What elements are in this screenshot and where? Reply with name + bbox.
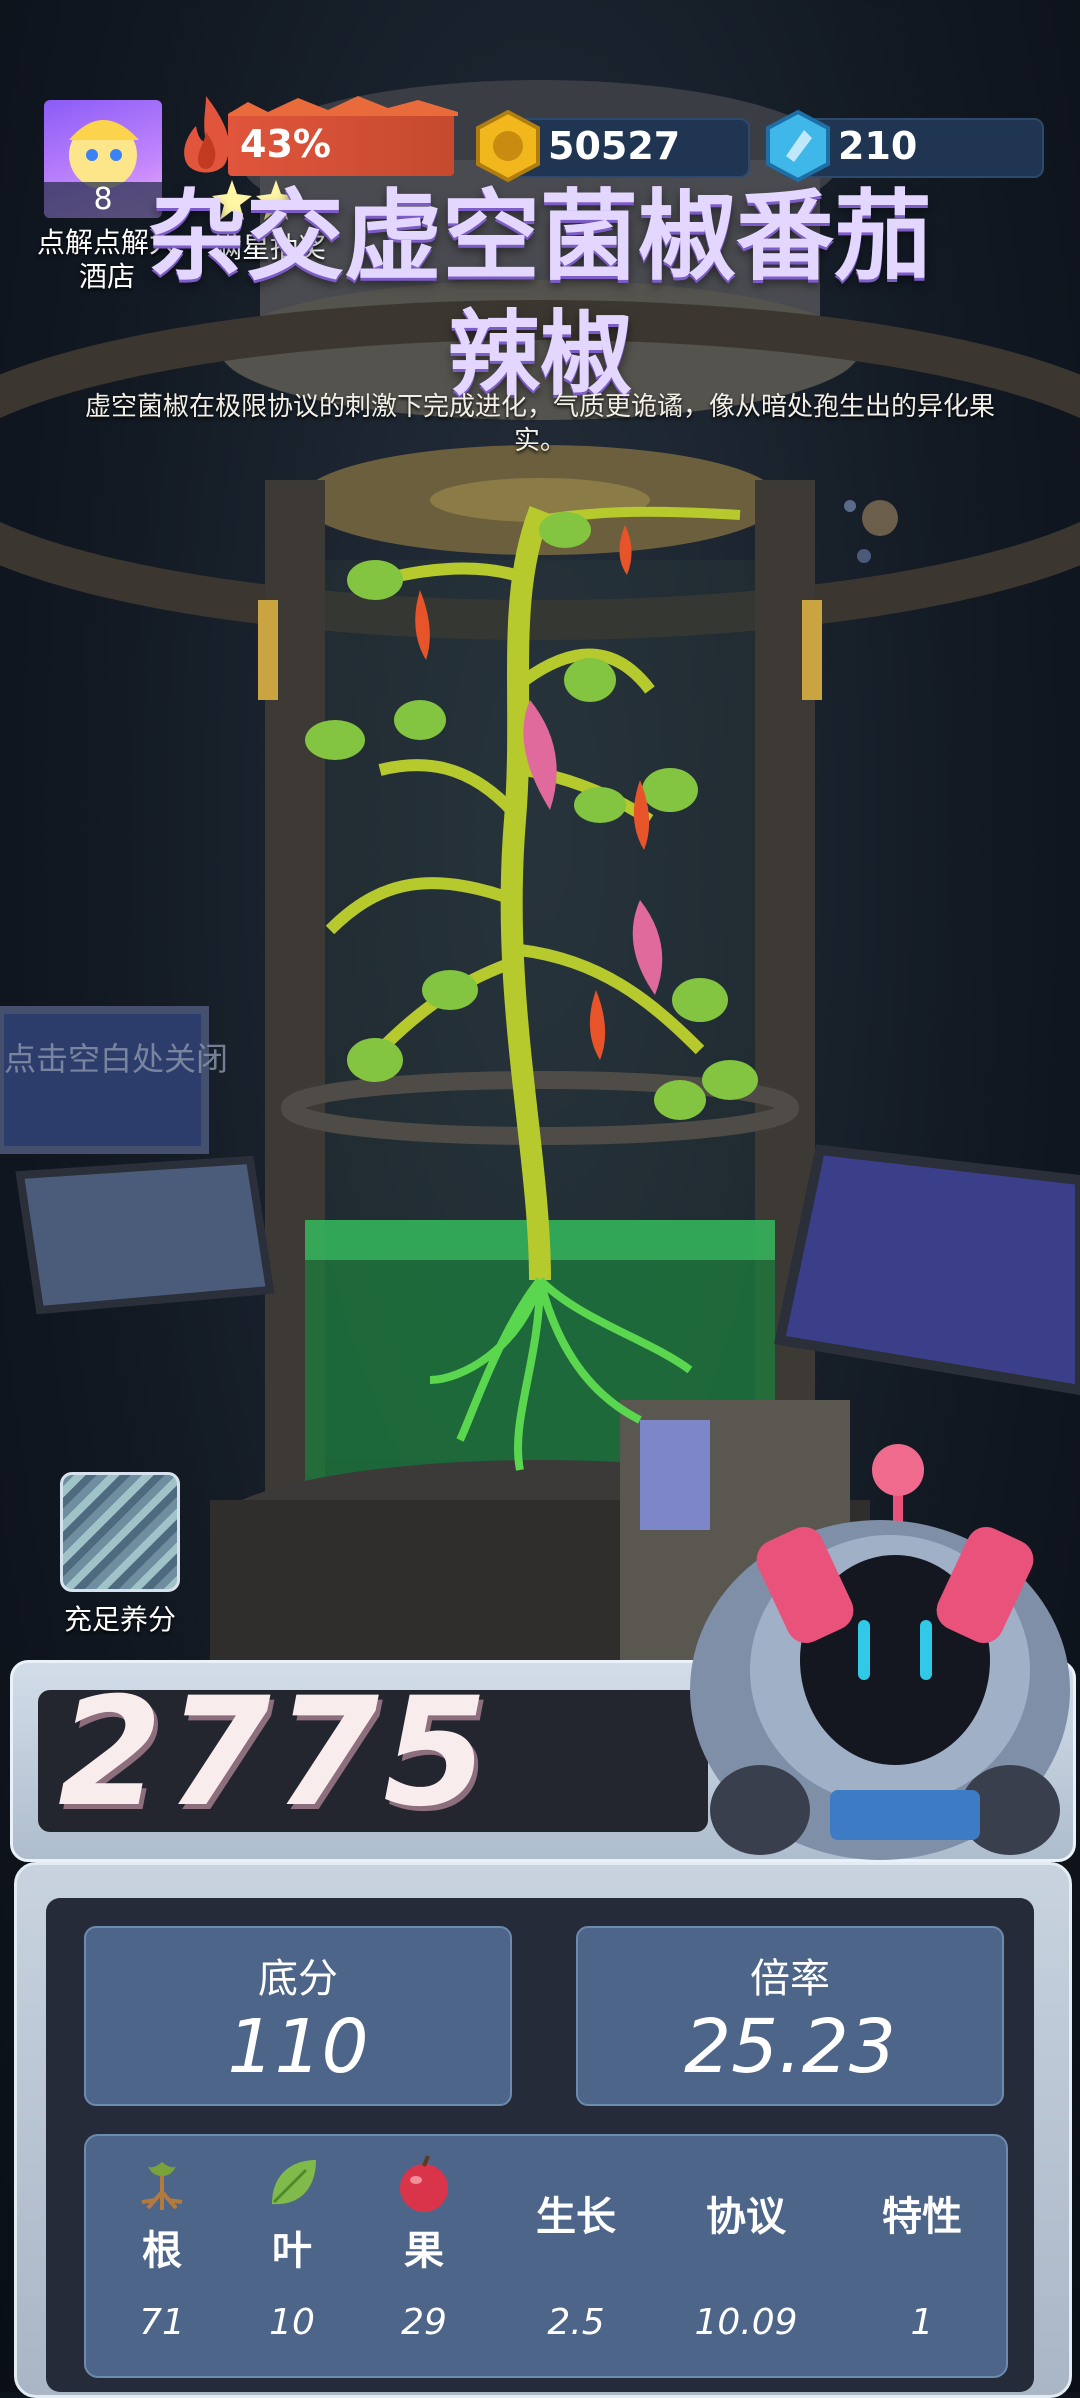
heat-percent: 43% <box>240 122 331 166</box>
robot-mascot <box>690 1444 1070 1860</box>
root-icon <box>141 2162 183 2210</box>
attribute-table: 根 叶 果 生长 协议 特性 71 10 29 2.5 10.09 1 <box>84 2134 1008 2378</box>
nutrient-button[interactable] <box>60 1472 180 1592</box>
multiplier-label: 倍率 <box>750 1956 830 2002</box>
attr-label-fruit: 果 <box>404 2228 444 2274</box>
attr-label-leaf: 叶 <box>272 2228 312 2274</box>
planet-decor-icon <box>844 500 898 563</box>
fruit-icon <box>400 2155 448 2212</box>
attr-value-protocol: 10.09 <box>694 2302 798 2343</box>
multiplier-card: 倍率 25.23 <box>576 1926 1004 2106</box>
gem-amount: 210 <box>838 124 918 168</box>
nutrient-label: 充足养分 <box>63 1603 176 1636</box>
gem-icon <box>766 109 830 183</box>
flame-top-decor <box>228 96 458 116</box>
attr-label-protocol: 协议 <box>706 2194 786 2240</box>
base-score-value: 110 <box>227 2004 369 2090</box>
base-score-card: 底分 110 <box>84 1926 512 2106</box>
attr-value-leaf: 10 <box>269 2302 315 2343</box>
fire-icon <box>184 96 230 173</box>
attr-col-root: 根 <box>122 2154 202 2276</box>
total-score: 2775 <box>58 1666 492 1840</box>
coin-icon <box>476 109 540 183</box>
coin-amount: 50527 <box>548 124 681 168</box>
attr-value-root: 71 <box>139 2302 185 2343</box>
attr-label-trait: 特性 <box>882 2194 962 2240</box>
attr-col-leaf: 叶 <box>252 2154 332 2276</box>
leaf-icon <box>272 2160 316 2205</box>
attr-value-fruit: 29 <box>401 2302 447 2343</box>
attr-label-root: 根 <box>142 2228 182 2274</box>
plant-description: 虚空菌椒在极限协议的刺激下完成进化，气质更诡谲，像从暗处孢生出的异化果实。 <box>84 392 995 456</box>
multiplier-value: 25.23 <box>684 2004 896 2090</box>
attr-value-growth: 2.5 <box>547 2302 605 2343</box>
attr-col-fruit: 果 <box>384 2154 464 2276</box>
attr-label-growth: 生长 <box>536 2194 616 2240</box>
base-score-label: 底分 <box>258 1956 338 2002</box>
attr-value-trait: 1 <box>910 2302 934 2343</box>
plant-title-line1: 杂交虚空菌椒番茄 <box>147 180 932 294</box>
close-hint[interactable]: 点击空白处关闭 <box>4 1034 228 1080</box>
